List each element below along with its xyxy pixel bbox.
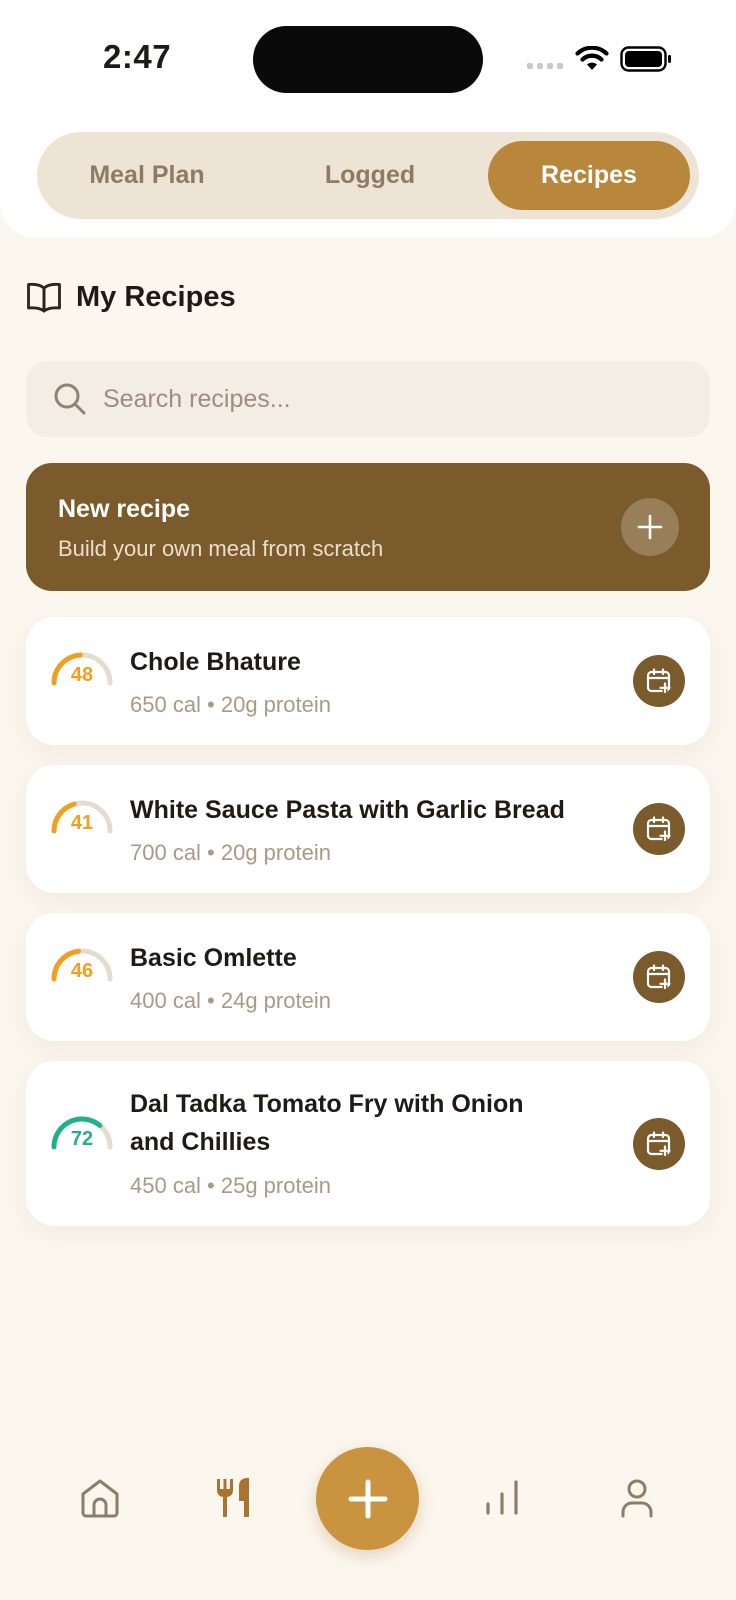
add-button[interactable] — [316, 1447, 419, 1550]
segmented-control: Meal Plan Logged Recipes — [37, 132, 699, 219]
new-recipe-title: New recipe — [58, 495, 191, 523]
recipe-meta: 450 cal • 25g protein — [130, 1173, 331, 1198]
open-book-icon — [27, 282, 61, 313]
add-to-plan-button[interactable] — [633, 803, 685, 855]
calendar-plus-icon — [646, 1131, 671, 1157]
new-recipe-card[interactable]: New recipe Build your own meal from scra… — [26, 463, 710, 591]
recipe-card[interactable]: 72 Dal Tadka Tomato Fry with Onion and C… — [26, 1061, 710, 1226]
tab-recipes[interactable]: Recipes — [488, 141, 690, 210]
dynamic-island — [253, 26, 483, 93]
recipe-card[interactable]: 41 White Sauce Pasta with Garlic Bread 7… — [26, 765, 710, 893]
fork-knife-icon[interactable] — [214, 1477, 256, 1519]
health-score: 48 — [70, 664, 94, 686]
calendar-plus-icon — [646, 964, 671, 990]
recipe-name: Basic Omlette — [130, 944, 297, 972]
cellular-signal-icon — [527, 63, 563, 69]
section-header: My Recipes — [26, 280, 236, 314]
wifi-icon — [575, 46, 609, 70]
home-icon[interactable] — [79, 1477, 121, 1519]
health-score-gauge: 41 — [50, 797, 114, 837]
recipe-card[interactable]: 46 Basic Omlette 400 cal • 24g protein — [26, 913, 710, 1041]
search-icon — [54, 383, 86, 415]
stats-icon[interactable] — [482, 1477, 524, 1519]
section-title: My Recipes — [76, 280, 236, 313]
search-input[interactable]: Search recipes... — [103, 385, 291, 414]
recipe-meta: 700 cal • 20g protein — [130, 840, 331, 865]
new-recipe-subtitle: Build your own meal from scratch — [58, 536, 384, 561]
health-score-gauge: 72 — [50, 1113, 114, 1153]
recipe-name: Chole Bhature — [130, 648, 301, 676]
recipe-meta: 650 cal • 20g protein — [130, 692, 331, 717]
add-to-plan-button[interactable] — [633, 1118, 685, 1170]
search-bar[interactable]: Search recipes... — [26, 361, 710, 437]
calendar-plus-icon — [646, 668, 671, 694]
new-recipe-button[interactable] — [621, 498, 679, 556]
battery-icon — [620, 46, 671, 72]
profile-icon[interactable] — [616, 1477, 658, 1519]
health-score-gauge: 46 — [50, 945, 114, 985]
recipe-name: White Sauce Pasta with Garlic Bread — [130, 796, 565, 824]
health-score: 72 — [70, 1128, 94, 1150]
add-to-plan-button[interactable] — [633, 655, 685, 707]
recipe-meta: 400 cal • 24g protein — [130, 988, 331, 1013]
health-score-gauge: 48 — [50, 649, 114, 689]
calendar-plus-icon — [646, 816, 671, 842]
health-score: 41 — [70, 812, 94, 834]
recipe-card[interactable]: 48 Chole Bhature 650 cal • 20g protein — [26, 617, 710, 745]
status-time: 2:47 — [103, 38, 172, 75]
health-score: 46 — [70, 960, 94, 982]
add-to-plan-button[interactable] — [633, 951, 685, 1003]
recipe-name: Dal Tadka Tomato Fry with Onion and Chil… — [130, 1090, 524, 1156]
plus-icon — [637, 514, 663, 540]
tab-meal-plan[interactable]: Meal Plan — [49, 141, 245, 210]
tab-logged[interactable]: Logged — [272, 141, 468, 210]
add-icon — [348, 1479, 387, 1518]
